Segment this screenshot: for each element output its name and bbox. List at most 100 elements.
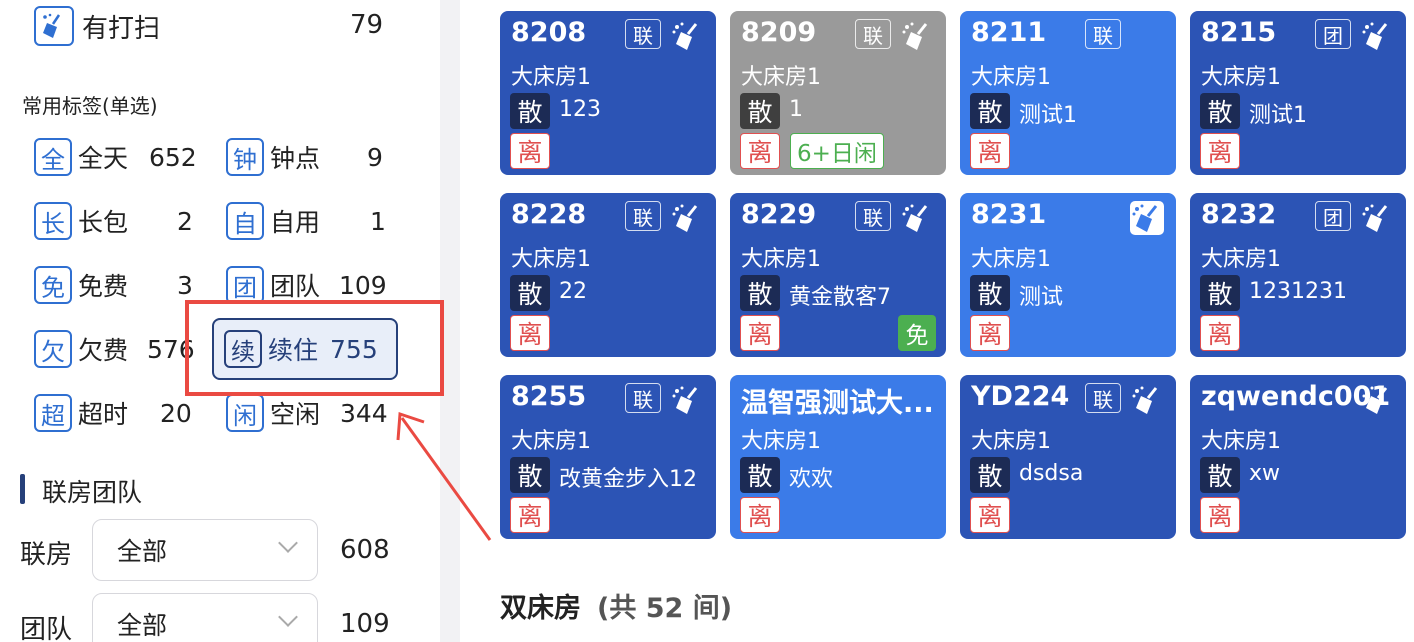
room-type: 大床房1 [1201, 247, 1281, 272]
tag-filter-9[interactable]: 闲空闲 344 [226, 390, 388, 436]
tag-count: 1 [370, 206, 386, 236]
clean-filter-label: 有打扫 [82, 13, 161, 44]
team-select[interactable]: 全部 [92, 593, 318, 642]
tag-label: 全天 [78, 144, 129, 173]
room-number: 8209 [741, 17, 817, 48]
broom-icon [670, 201, 704, 235]
room-card[interactable]: 温智强测试大... 大床房1 散欢欢离 [730, 375, 946, 539]
departure-badge: 离 [740, 315, 780, 351]
room-card[interactable]: 8255 大床房1 散改黄金步入12 离 联 [500, 375, 716, 539]
idle-days-badge: 6+日闲 [790, 133, 884, 169]
tag-count: 3 [177, 270, 193, 300]
broom-icon [670, 19, 704, 53]
tag-icon: 全 [34, 138, 72, 176]
guest-name: 测试1 [1019, 103, 1077, 128]
room-type: 大床房1 [741, 65, 821, 90]
tag-filter-8[interactable]: 超超时 20 [34, 390, 192, 436]
broom-icon [900, 19, 934, 53]
guest-name: 1231231 [1249, 279, 1347, 304]
tag-icon: 闲 [226, 394, 264, 432]
guest-type-badge: 散 [510, 457, 550, 493]
tag-filter-1[interactable]: 钟钟点 9 [226, 134, 383, 180]
room-number: 8215 [1201, 17, 1277, 48]
room-number: 8231 [971, 199, 1047, 230]
linked-room-select-value: 全部 [117, 537, 168, 566]
tag-filter-3[interactable]: 自自用 1 [226, 198, 386, 244]
tag-filter-0[interactable]: 全全天 652 [34, 134, 197, 180]
room-number: 8255 [511, 381, 587, 412]
tag-count: 9 [367, 142, 383, 172]
room-card[interactable]: 8208 大床房1 散 123 离 联 [500, 11, 716, 175]
broom-icon [1360, 201, 1394, 235]
tag-count: 2 [177, 206, 193, 236]
tag-label: 欠费 [78, 336, 129, 365]
section-room-count: (共 52 间) [597, 593, 733, 624]
guest-name: 22 [559, 279, 587, 304]
room-type: 大床房1 [511, 65, 591, 90]
room-card[interactable]: 8232 大床房1 散 1231231 离 团 [1190, 193, 1406, 357]
tag-label: 空闲 [270, 400, 321, 429]
guest-type-badge: 散 [1200, 275, 1240, 311]
guest-type-badge: 散 [1200, 93, 1240, 129]
guest-name: 测试 [1019, 285, 1064, 310]
room-card[interactable]: 8228 大床房1 散 22 离 联 [500, 193, 716, 357]
room-type: 大床房1 [1201, 429, 1281, 454]
room-number: 8229 [741, 199, 817, 230]
linked-room-count: 608 [340, 535, 390, 565]
departure-badge: 离 [740, 133, 780, 169]
tag-count: 109 [339, 270, 387, 300]
broom-icon [1130, 201, 1164, 235]
room-card[interactable]: 8209 大床房1 散 1 离 联 6+日闲 [730, 11, 946, 175]
linked-room-select[interactable]: 全部 [92, 519, 318, 581]
guest-type-badge: 散 [970, 275, 1010, 311]
broom-icon [1130, 383, 1164, 417]
team-count: 109 [340, 609, 390, 639]
room-card[interactable]: YD224 大床房1 散 dsdsa 离 联 [960, 375, 1176, 539]
guest-name: 1 [789, 97, 803, 122]
room-card[interactable]: 8231 大床房1 散测试离 [960, 193, 1176, 357]
tag-label: 钟点 [270, 144, 321, 173]
room-card[interactable]: 8211 大床房1 散测试1 离 联 [960, 11, 1176, 175]
tag-label: 免费 [78, 272, 129, 301]
tag-filter-6[interactable]: 欠欠费 576 [34, 326, 195, 372]
broom-icon [1360, 19, 1394, 53]
room-group-badge: 联 [625, 201, 661, 231]
departure-badge: 离 [510, 133, 550, 169]
room-card[interactable]: zqwendc001 大床房1 散 xw 离 [1190, 375, 1406, 539]
guest-type-badge: 散 [970, 457, 1010, 493]
tag-icon: 免 [34, 266, 72, 304]
tag-count: 344 [340, 398, 388, 428]
room-number: 8232 [1201, 199, 1277, 230]
group-heading: 联房团队 [42, 478, 143, 507]
free-badge: 免 [898, 315, 936, 351]
departure-badge: 离 [1200, 315, 1240, 351]
guest-name: 123 [559, 97, 601, 122]
guest-type-badge: 散 [740, 93, 780, 129]
tag-count: 652 [149, 142, 197, 172]
guest-type-badge: 散 [740, 457, 780, 493]
departure-badge: 离 [970, 133, 1010, 169]
departure-badge: 离 [510, 497, 550, 533]
room-number: 8208 [511, 17, 587, 48]
tag-label: 团队 [270, 272, 321, 301]
chevron-down-icon [278, 607, 298, 627]
room-group-badge: 团 [1315, 201, 1351, 231]
tag-filter-4[interactable]: 免免费 3 [34, 262, 193, 308]
filter-sidebar: 有打扫 79 常用标签(单选) 全全天 652 钟钟点 9 长长包 2 自自用 1 免免费 3 团团… [0, 0, 444, 642]
clean-filter-row[interactable]: 有打扫 [34, 6, 160, 46]
room-card[interactable]: 8215 大床房1 散测试1 离 团 [1190, 11, 1406, 175]
room-type: 大床房1 [741, 247, 821, 272]
room-number: YD224 [971, 381, 1070, 412]
room-grid-panel: 8208 大床房1 散 123 离联 8209 大床房1 散 1 离联 6+日闲 8211 大床房1 散测… [460, 0, 1414, 642]
tag-count: 20 [160, 398, 192, 428]
guest-type-badge: 散 [1200, 457, 1240, 493]
tag-icon: 超 [34, 394, 72, 432]
room-group-badge: 联 [855, 19, 891, 49]
chevron-down-icon [278, 533, 298, 553]
room-group-badge: 联 [625, 19, 661, 49]
linked-room-label: 联房 [20, 540, 73, 570]
room-card[interactable]: 8229 大床房1 散黄金散客7 离 联免 [730, 193, 946, 357]
departure-badge: 离 [970, 315, 1010, 351]
team-label: 团队 [20, 615, 73, 642]
tag-filter-2[interactable]: 长长包 2 [34, 198, 193, 244]
